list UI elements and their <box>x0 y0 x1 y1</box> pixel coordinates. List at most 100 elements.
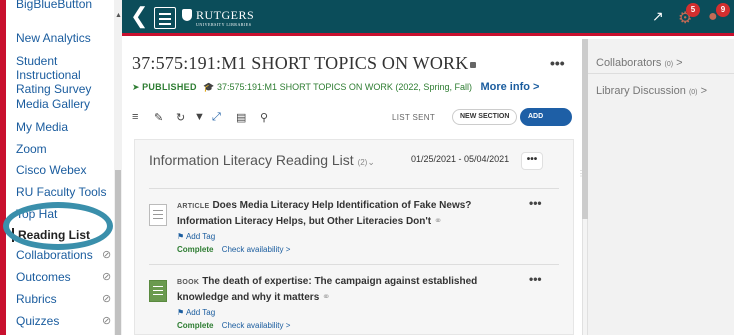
nav-item-label: Collaborations <box>16 248 93 262</box>
collaborators-link[interactable]: Collaborators (0) > <box>596 57 683 69</box>
divider <box>149 264 559 265</box>
logo-subtitle: UNIVERSITY LIBRARIES <box>196 22 252 27</box>
list-toolbar: ≡ ✎ ↻ ▼ ⤢ ▤ ⚲ LIST SENT NEW SECTION ADD … <box>132 108 572 138</box>
add-tag-link[interactable]: ⚑ Add Tag <box>177 232 215 241</box>
scroll-up-arrow-icon[interactable]: ▲ <box>115 12 122 19</box>
section-menu-button[interactable]: ••• <box>521 152 543 170</box>
book-thumbnail <box>149 280 167 302</box>
analytics-icon[interactable]: ▤ <box>236 111 246 124</box>
sync-icon[interactable]: ↻ <box>176 111 185 124</box>
nav-item-my-media[interactable]: My Media <box>16 120 112 134</box>
hidden-eye-icon: ⊘ <box>102 315 112 327</box>
gear-icon[interactable]: ⚙ 5 <box>678 3 700 28</box>
check-availability-link[interactable]: Check availability > <box>222 321 291 330</box>
status-badge: Complete <box>177 321 214 330</box>
expand-icon[interactable]: ⤢ <box>212 111 221 124</box>
app-header: ❮ RUTGERS UNIVERSITY LIBRARIES ↗ ⚙ 5 ● 9 <box>122 0 734 36</box>
nav-item-quizzes[interactable]: Quizzes ⊘ <box>16 314 112 328</box>
nav-item-media-gallery[interactable]: Media Gallery <box>16 97 112 111</box>
hidden-eye-icon: ⊘ <box>102 293 112 305</box>
item-menu-button[interactable]: ••• <box>529 272 542 286</box>
highlight-annotation <box>3 202 113 250</box>
publish-status: ➤ PUBLISHED 🎓 37:575:191:M1 SHORT TOPICS… <box>132 81 539 93</box>
divider <box>588 73 734 74</box>
nav-scroll-thumb[interactable] <box>115 170 121 335</box>
plus-icon: ✚ <box>551 131 558 138</box>
chevron-down-icon[interactable]: ⌄ <box>367 157 375 167</box>
item-title[interactable]: ARTICLE Does Media Literacy Help Identifi… <box>177 198 517 229</box>
item-type: ARTICLE <box>177 203 210 210</box>
edit-icon[interactable]: ✎ <box>154 111 163 124</box>
list-sent-status: LIST SENT <box>392 113 436 122</box>
item-status: Complete Check availability > <box>177 321 290 330</box>
article-thumbnail <box>149 204 167 226</box>
rutgers-logo: RUTGERS UNIVERSITY LIBRARIES <box>182 8 254 27</box>
new-section-button[interactable]: NEW SECTION <box>452 109 518 125</box>
nav-item-label: Quizzes <box>16 314 60 328</box>
nav-item-label: Rubrics <box>16 292 57 306</box>
course-code: 🎓 37:575:191:M1 SHORT TOPICS ON WORK (20… <box>203 82 472 92</box>
add-items-button[interactable]: ADD ITEMS ✚ <box>520 108 572 138</box>
check-availability-link[interactable]: Check availability > <box>222 245 291 254</box>
status-badge: Complete <box>177 245 214 254</box>
item-title-text: Does Media Literacy Help Identification … <box>177 200 472 227</box>
hamburger-menu-icon[interactable] <box>154 7 176 29</box>
nav-item-collaborations[interactable]: Collaborations ⊘ <box>16 248 112 262</box>
nav-item-label: Outcomes <box>16 270 71 284</box>
tag-icon: ⚑ <box>177 232 185 241</box>
nav-item-ru-faculty-tools[interactable]: RU Faculty Tools <box>16 185 112 199</box>
nav-item-outcomes[interactable]: Outcomes ⊘ <box>16 270 112 284</box>
course-code-text: 37:575:191:M1 SHORT TOPICS ON WORK (2022… <box>217 82 472 92</box>
chevron-right-icon: > <box>676 57 683 69</box>
hidden-eye-icon: ⊘ <box>102 271 112 283</box>
add-tag-text: Add Tag <box>185 232 216 241</box>
library-discussion-count: (0) <box>688 89 698 96</box>
add-tag-link[interactable]: ⚑ Add Tag <box>177 308 215 317</box>
collaborators-count: (0) <box>664 61 674 68</box>
item-status: Complete Check availability > <box>177 245 290 254</box>
info-icon[interactable] <box>470 62 477 68</box>
nav-item-bigbluebutton[interactable]: BigBlueButton <box>16 0 112 11</box>
section-dates: 01/25/2021 - 05/04/2021 <box>411 154 510 164</box>
shield-icon <box>182 9 192 21</box>
published-label: PUBLISHED <box>142 82 197 92</box>
nav-item-zoom[interactable]: Zoom <box>16 142 112 156</box>
add-tag-text: Add Tag <box>185 308 216 317</box>
more-info-text: More info <box>480 81 530 93</box>
course-menu-button[interactable]: ••• <box>550 55 565 71</box>
section-count: (2) <box>357 158 368 167</box>
more-info-chevron: > <box>533 81 540 93</box>
reading-list-section: Information Literacy Reading List (2)⌄ 0… <box>134 139 574 335</box>
link-icon: ⚭ <box>433 216 443 227</box>
nav-item-sirs[interactable]: Student Instructional Rating Survey <box>16 54 112 96</box>
link-icon: ⚭ <box>322 292 331 303</box>
filter-icon[interactable]: ▼ <box>194 111 205 123</box>
nav-item-cisco-webex[interactable]: Cisco Webex <box>16 163 112 177</box>
hidden-eye-icon: ⊘ <box>102 249 112 261</box>
section-title[interactable]: Information Literacy Reading List (2)⌄ <box>149 152 375 168</box>
external-link-icon[interactable]: ↗ <box>652 8 664 25</box>
library-discussion-label: Library Discussion <box>596 85 686 97</box>
library-discussion-link[interactable]: Library Discussion (0) > <box>596 85 707 97</box>
add-items-label: ADD ITEMS <box>528 113 550 138</box>
tag-icon: ⚑ <box>177 308 185 317</box>
notifications-badge: 5 <box>686 3 700 17</box>
more-info-link[interactable]: More info > <box>480 81 539 93</box>
item-title[interactable]: BOOK The death of expertise: The campaign… <box>177 274 517 305</box>
logo-text: RUTGERS <box>196 8 255 22</box>
search-icon[interactable]: ⚲ <box>260 111 268 124</box>
bell-icon[interactable]: ● 9 <box>708 3 730 26</box>
nav-scrollbar[interactable]: ▲ <box>114 0 122 335</box>
nav-item-new-analytics[interactable]: New Analytics <box>16 31 112 45</box>
divider <box>149 188 559 189</box>
reading-list-main: 37:575:191:M1 SHORT TOPICS ON WORK ••• ➤… <box>122 39 582 335</box>
list-view-icon[interactable]: ≡ <box>132 111 138 123</box>
back-chevron-icon[interactable]: ❮ <box>130 5 150 31</box>
side-panel: Collaborators (0) > Library Discussion (… <box>588 39 734 335</box>
item-menu-button[interactable]: ••• <box>529 196 542 210</box>
course-title: 37:575:191:M1 SHORT TOPICS ON WORK <box>132 53 477 74</box>
collaborators-label: Collaborators <box>596 57 662 69</box>
nav-accent-bar <box>0 0 6 335</box>
nav-item-rubrics[interactable]: Rubrics ⊘ <box>16 292 112 306</box>
section-title-text: Information Literacy Reading List <box>149 152 354 168</box>
